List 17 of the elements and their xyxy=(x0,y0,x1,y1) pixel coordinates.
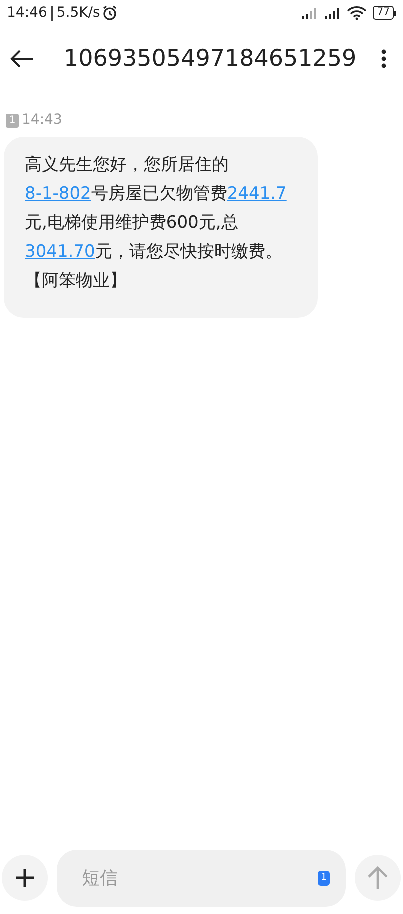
battery-icon: 77 xyxy=(373,6,396,20)
alarm-icon xyxy=(102,5,118,21)
message-link[interactable]: 3041.70 xyxy=(25,242,96,262)
sim-badge: 1 xyxy=(6,114,19,128)
network-speed: 5.5K/s xyxy=(56,4,100,22)
up-arrow-icon xyxy=(367,866,389,890)
add-button[interactable] xyxy=(2,855,48,901)
message-text: 高义先生您好，您所居住的 8-1-802号房屋已欠物管费2441.7 元,电梯使用维护费600元,总 3041.70元，请您尽快按时缴费。 【阿笨物业】 xyxy=(25,154,288,293)
message-link[interactable]: 8-1-802 xyxy=(25,184,92,204)
more-options-icon[interactable] xyxy=(381,49,387,69)
plus-icon xyxy=(15,868,35,888)
message-time: 14:43 xyxy=(22,111,62,130)
message-link[interactable]: 2441.7 xyxy=(227,184,287,204)
sim-badge: 1 xyxy=(318,870,330,886)
status-time: 14:46 xyxy=(7,4,48,22)
conversation-title: 10693505497184651259 xyxy=(64,44,358,74)
wifi-icon xyxy=(347,6,368,20)
